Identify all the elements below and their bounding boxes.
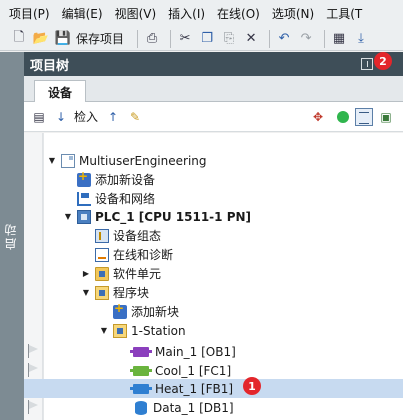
ob-block-icon [130,346,152,357]
main-toolbar: 🗋 📂 💾 保存项目 ⎙ ✂ ❐ ⎘ ✕ ↶ ↷ ▦ ⤓ [0,27,403,51]
folder-icon [113,323,127,338]
tree-item-label: Cool_1 [FC1] [155,363,232,378]
project-tree-title: 项目树 [30,58,70,74]
download-icon[interactable]: ⤓ [352,30,370,48]
flag-icon [27,344,39,358]
connection-icon[interactable]: ✥ [309,108,327,126]
tree-item-label: PLC_1 [CPU 1511-1 PN] [95,209,252,224]
menu-options[interactable]: 选项(N) [272,5,314,22]
online-status-icon[interactable] [337,111,349,123]
expanded-arrow-icon[interactable]: ▼ [99,326,109,336]
tree-item-project[interactable]: ▼ MultiuserEngineering [44,151,403,170]
flag-icon [27,400,39,414]
checkin-button[interactable]: 检入 [74,108,98,125]
project-tree-header: 项目树 [24,52,403,76]
tree-item-label: 设备和网络 [95,192,156,206]
open-project-icon[interactable]: 📂 [32,30,50,48]
start-label: 启动 [4,222,18,250]
gutter-divider [42,133,43,420]
collapsed-arrow-icon[interactable]: ▶ [81,269,91,279]
undo-icon[interactable]: ↶ [275,30,293,48]
new-project-icon[interactable]: 🗋 [10,30,28,48]
edit-icon[interactable]: ✎ [126,108,144,126]
tree-item-software-units[interactable]: ▶ 软件单元 [44,264,403,283]
plc-icon [77,209,91,224]
menu-project[interactable]: 项目(P) [9,5,50,22]
tree-item-add-device[interactable]: 添加新设备 [44,169,403,189]
tree-item-label: 添加新设备 [95,173,156,187]
redo-icon[interactable]: ↷ [297,30,315,48]
device-config-icon [95,228,109,243]
copy-icon[interactable]: ❐ [198,30,216,48]
tree-toolbar-right: ✥ ▣ [309,108,399,126]
fc-block-icon [130,365,152,376]
program-blocks-icon [95,285,109,300]
network-icon [77,191,91,206]
tree-item-label: Heat_1 [FB1] [155,381,234,396]
db-block-icon [135,400,147,415]
toolbar-separator [170,29,172,48]
toolbar-separator [137,29,139,48]
tree-item-label: MultiuserEngineering [79,153,207,168]
checkin-down-icon[interactable]: ↓ [52,108,70,126]
menu-tools[interactable]: 工具(T [326,5,362,22]
menu-insert[interactable]: 插入(I) [168,5,205,22]
compile-icon[interactable]: ▦ [330,30,348,48]
tree-item-label: Main_1 [OB1] [155,344,236,359]
tree-item-plc[interactable]: ▼ PLC_1 [CPU 1511-1 PN] [44,207,403,226]
tree-item-label: 设备组态 [113,229,162,243]
delete-icon[interactable]: ✕ [242,30,260,48]
tree-item-label: 1-Station [131,323,186,338]
tree-toolbar: ▤ ↓ 检入 ↑ ✎ ✥ ▣ [24,102,403,132]
tab-bar: 设备 [24,76,403,103]
maximize-panel-icon[interactable] [361,58,373,70]
settings-icon[interactable]: ▣ [377,108,395,126]
add-device-icon [77,169,91,187]
tree-item-data-db1[interactable]: Data_1 [DB1] [44,398,403,417]
tree-item-label: 在线和诊断 [113,248,174,262]
tree-item-label: 程序块 [113,286,150,300]
save-project-button[interactable]: 保存项目 [76,30,124,47]
tree-item-label: 添加新块 [131,305,180,319]
toolbar-separator [324,29,326,48]
expanded-arrow-icon[interactable]: ▼ [63,212,73,222]
menu-online[interactable]: 在线(O) [217,5,260,22]
overview-icon[interactable]: ▤ [30,108,48,126]
add-block-icon [113,301,127,319]
menu-edit[interactable]: 编辑(E) [62,5,103,22]
menu-view[interactable]: 视图(V) [115,5,157,22]
expanded-arrow-icon[interactable]: ▼ [47,156,57,166]
paste-icon[interactable]: ⎘ [220,30,238,48]
tree-item-add-block[interactable]: 添加新块 [44,301,403,321]
tree-item-label: Data_1 [DB1] [153,400,234,415]
annotation-badge-1: 1 [243,377,261,395]
tree-item-cool-fc1[interactable]: Cool_1 [FC1] [44,361,403,380]
annotation-badge-2: 2 [374,52,392,70]
tree-item-devices-networks[interactable]: 设备和网络 [44,189,403,208]
software-units-icon [95,266,109,281]
save-icon[interactable]: 💾 [54,30,72,48]
portal-start-strip[interactable]: 启动 [0,52,24,420]
project-tree: ▼ MultiuserEngineering 添加新设备 设备和网络 ▼ PLC… [24,133,403,420]
tree-item-device-config[interactable]: 设备组态 [44,226,403,245]
project-icon [61,153,75,168]
menu-bar: 项目(P) 编辑(E) 视图(V) 插入(I) 在线(O) 选项(N) 工具(T [0,0,403,27]
flag-icon [27,363,39,377]
tree-item-1-station[interactable]: ▼ 1-Station [44,321,403,340]
tree-item-online-diag[interactable]: 在线和诊断 [44,245,403,264]
fb-block-icon [130,383,152,394]
checkout-up-icon[interactable]: ↑ [104,108,122,126]
expanded-arrow-icon[interactable]: ▼ [81,288,91,298]
details-view-icon[interactable] [355,108,373,126]
cut-icon[interactable]: ✂ [176,30,194,48]
diagnostics-icon [95,247,109,262]
print-icon[interactable]: ⎙ [143,30,161,48]
tree-item-program-blocks[interactable]: ▼ 程序块 [44,283,403,302]
tab-devices[interactable]: 设备 [34,80,86,103]
toolbar-separator [269,29,271,48]
tree-item-heat-fb1[interactable]: Heat_1 [FB1] [24,379,403,398]
tree-item-label: 软件单元 [113,267,162,281]
tree-item-main-ob1[interactable]: Main_1 [OB1] [44,342,403,361]
